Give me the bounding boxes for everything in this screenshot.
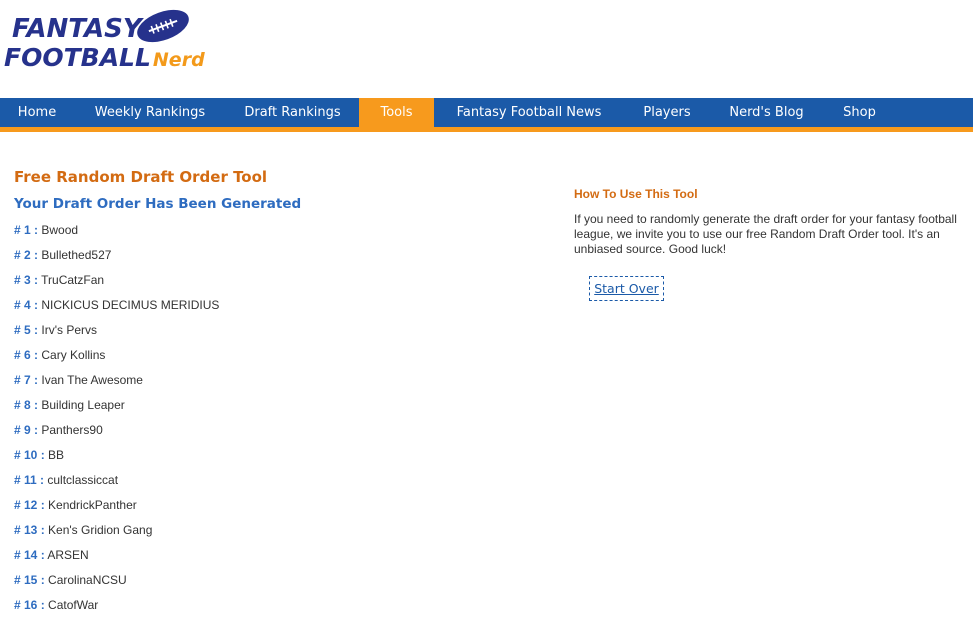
team-name: Cary Kollins <box>41 348 106 362</box>
draft-pick-number: # 14 : <box>14 548 45 562</box>
list-item: # 6 : Cary Kollins <box>14 347 219 372</box>
list-item: # 10 : BB <box>14 447 219 472</box>
logo-text-fantasy: FANTASY <box>12 14 142 44</box>
draft-pick-number: # 3 : <box>14 273 39 287</box>
draft-pick-number: # 9 : <box>14 423 39 437</box>
team-name: Bullethed527 <box>41 248 112 262</box>
list-item: # 14 : ARSEN <box>14 547 219 572</box>
list-item: # 3 : TruCatzFan <box>14 272 219 297</box>
nav-item-shop[interactable]: Shop <box>823 98 896 127</box>
draft-pick-number: # 2 : <box>14 248 39 262</box>
list-item: # 4 : NICKICUS DECIMUS MERIDIUS <box>14 297 219 322</box>
team-name: NICKICUS DECIMUS MERIDIUS <box>41 298 220 312</box>
nav-item-weekly-rankings[interactable]: Weekly Rankings <box>74 98 226 127</box>
list-item: # 15 : CarolinaNCSU <box>14 572 219 597</box>
nav-item-tools[interactable]: Tools <box>359 98 434 127</box>
draft-pick-number: # 5 : <box>14 323 39 337</box>
list-item: # 13 : Ken's Gridion Gang <box>14 522 219 547</box>
page-title: Free Random Draft Order Tool <box>14 168 268 186</box>
team-name: CarolinaNCSU <box>48 573 127 587</box>
list-item: # 5 : Irv's Pervs <box>14 322 219 347</box>
list-item: # 1 : Bwood <box>14 222 219 247</box>
logo-text-nerd: Nerd <box>152 49 205 71</box>
nav-item-home[interactable]: Home <box>0 98 74 127</box>
team-name: TruCatzFan <box>41 273 105 287</box>
team-name: Ivan The Awesome <box>41 373 143 387</box>
list-item: # 11 : cultclassiccat <box>14 472 219 497</box>
team-name: Building Leaper <box>41 398 125 412</box>
draft-pick-number: # 6 : <box>14 348 39 362</box>
football-icon <box>137 9 189 43</box>
nav-item-players[interactable]: Players <box>624 98 710 127</box>
result-heading: Your Draft Order Has Been Generated <box>14 196 302 212</box>
nav-item-fantasy-football-news[interactable]: Fantasy Football News <box>434 98 624 127</box>
team-name: cultclassiccat <box>47 473 119 487</box>
team-name: Panthers90 <box>41 423 103 437</box>
nav-item-nerds-blog[interactable]: Nerd's Blog <box>710 98 823 127</box>
logo-text-football: FOOTBALL Nerd <box>4 43 205 72</box>
draft-pick-number: # 8 : <box>14 398 39 412</box>
nav-underline <box>0 127 973 132</box>
list-item: # 9 : Panthers90 <box>14 422 219 447</box>
site-logo[interactable]: FANTASY FOOTBALL Nerd <box>4 8 205 80</box>
draft-pick-number: # 16 : <box>14 598 45 612</box>
list-item: # 16 : CatofWar <box>14 597 219 622</box>
draft-pick-number: # 4 : <box>14 298 39 312</box>
draft-pick-number: # 13 : <box>14 523 45 537</box>
site-header: FANTASY FOOTBALL Nerd <box>0 0 973 98</box>
start-over-link[interactable]: Start Over <box>589 276 664 301</box>
draft-order-list: # 1 : Bwood # 2 : Bullethed527 # 3 : Tru… <box>14 222 219 622</box>
team-name: Irv's Pervs <box>41 323 97 337</box>
team-name: ARSEN <box>47 548 89 562</box>
team-name: Ken's Gridion Gang <box>48 523 153 537</box>
draft-pick-number: # 10 : <box>14 448 45 462</box>
team-name: BB <box>48 448 65 462</box>
team-name: CatofWar <box>48 598 99 612</box>
team-name: KendrickPanther <box>48 498 137 512</box>
howto-description: If you need to randomly generate the dra… <box>574 212 957 256</box>
draft-pick-number: # 15 : <box>14 573 45 587</box>
draft-pick-number: # 12 : <box>14 498 45 512</box>
nav-item-draft-rankings[interactable]: Draft Rankings <box>226 98 359 127</box>
list-item: # 2 : Bullethed527 <box>14 247 219 272</box>
list-item: # 7 : Ivan The Awesome <box>14 372 219 397</box>
draft-pick-number: # 1 : <box>14 223 39 237</box>
draft-pick-number: # 7 : <box>14 373 39 387</box>
list-item: # 8 : Building Leaper <box>14 397 219 422</box>
draft-pick-number: # 11 : <box>14 473 45 487</box>
team-name: Bwood <box>41 223 79 237</box>
list-item: # 12 : KendrickPanther <box>14 497 219 522</box>
main-nav: Home Weekly Rankings Draft Rankings Tool… <box>0 98 973 127</box>
howto-heading: How To Use This Tool <box>574 187 698 201</box>
